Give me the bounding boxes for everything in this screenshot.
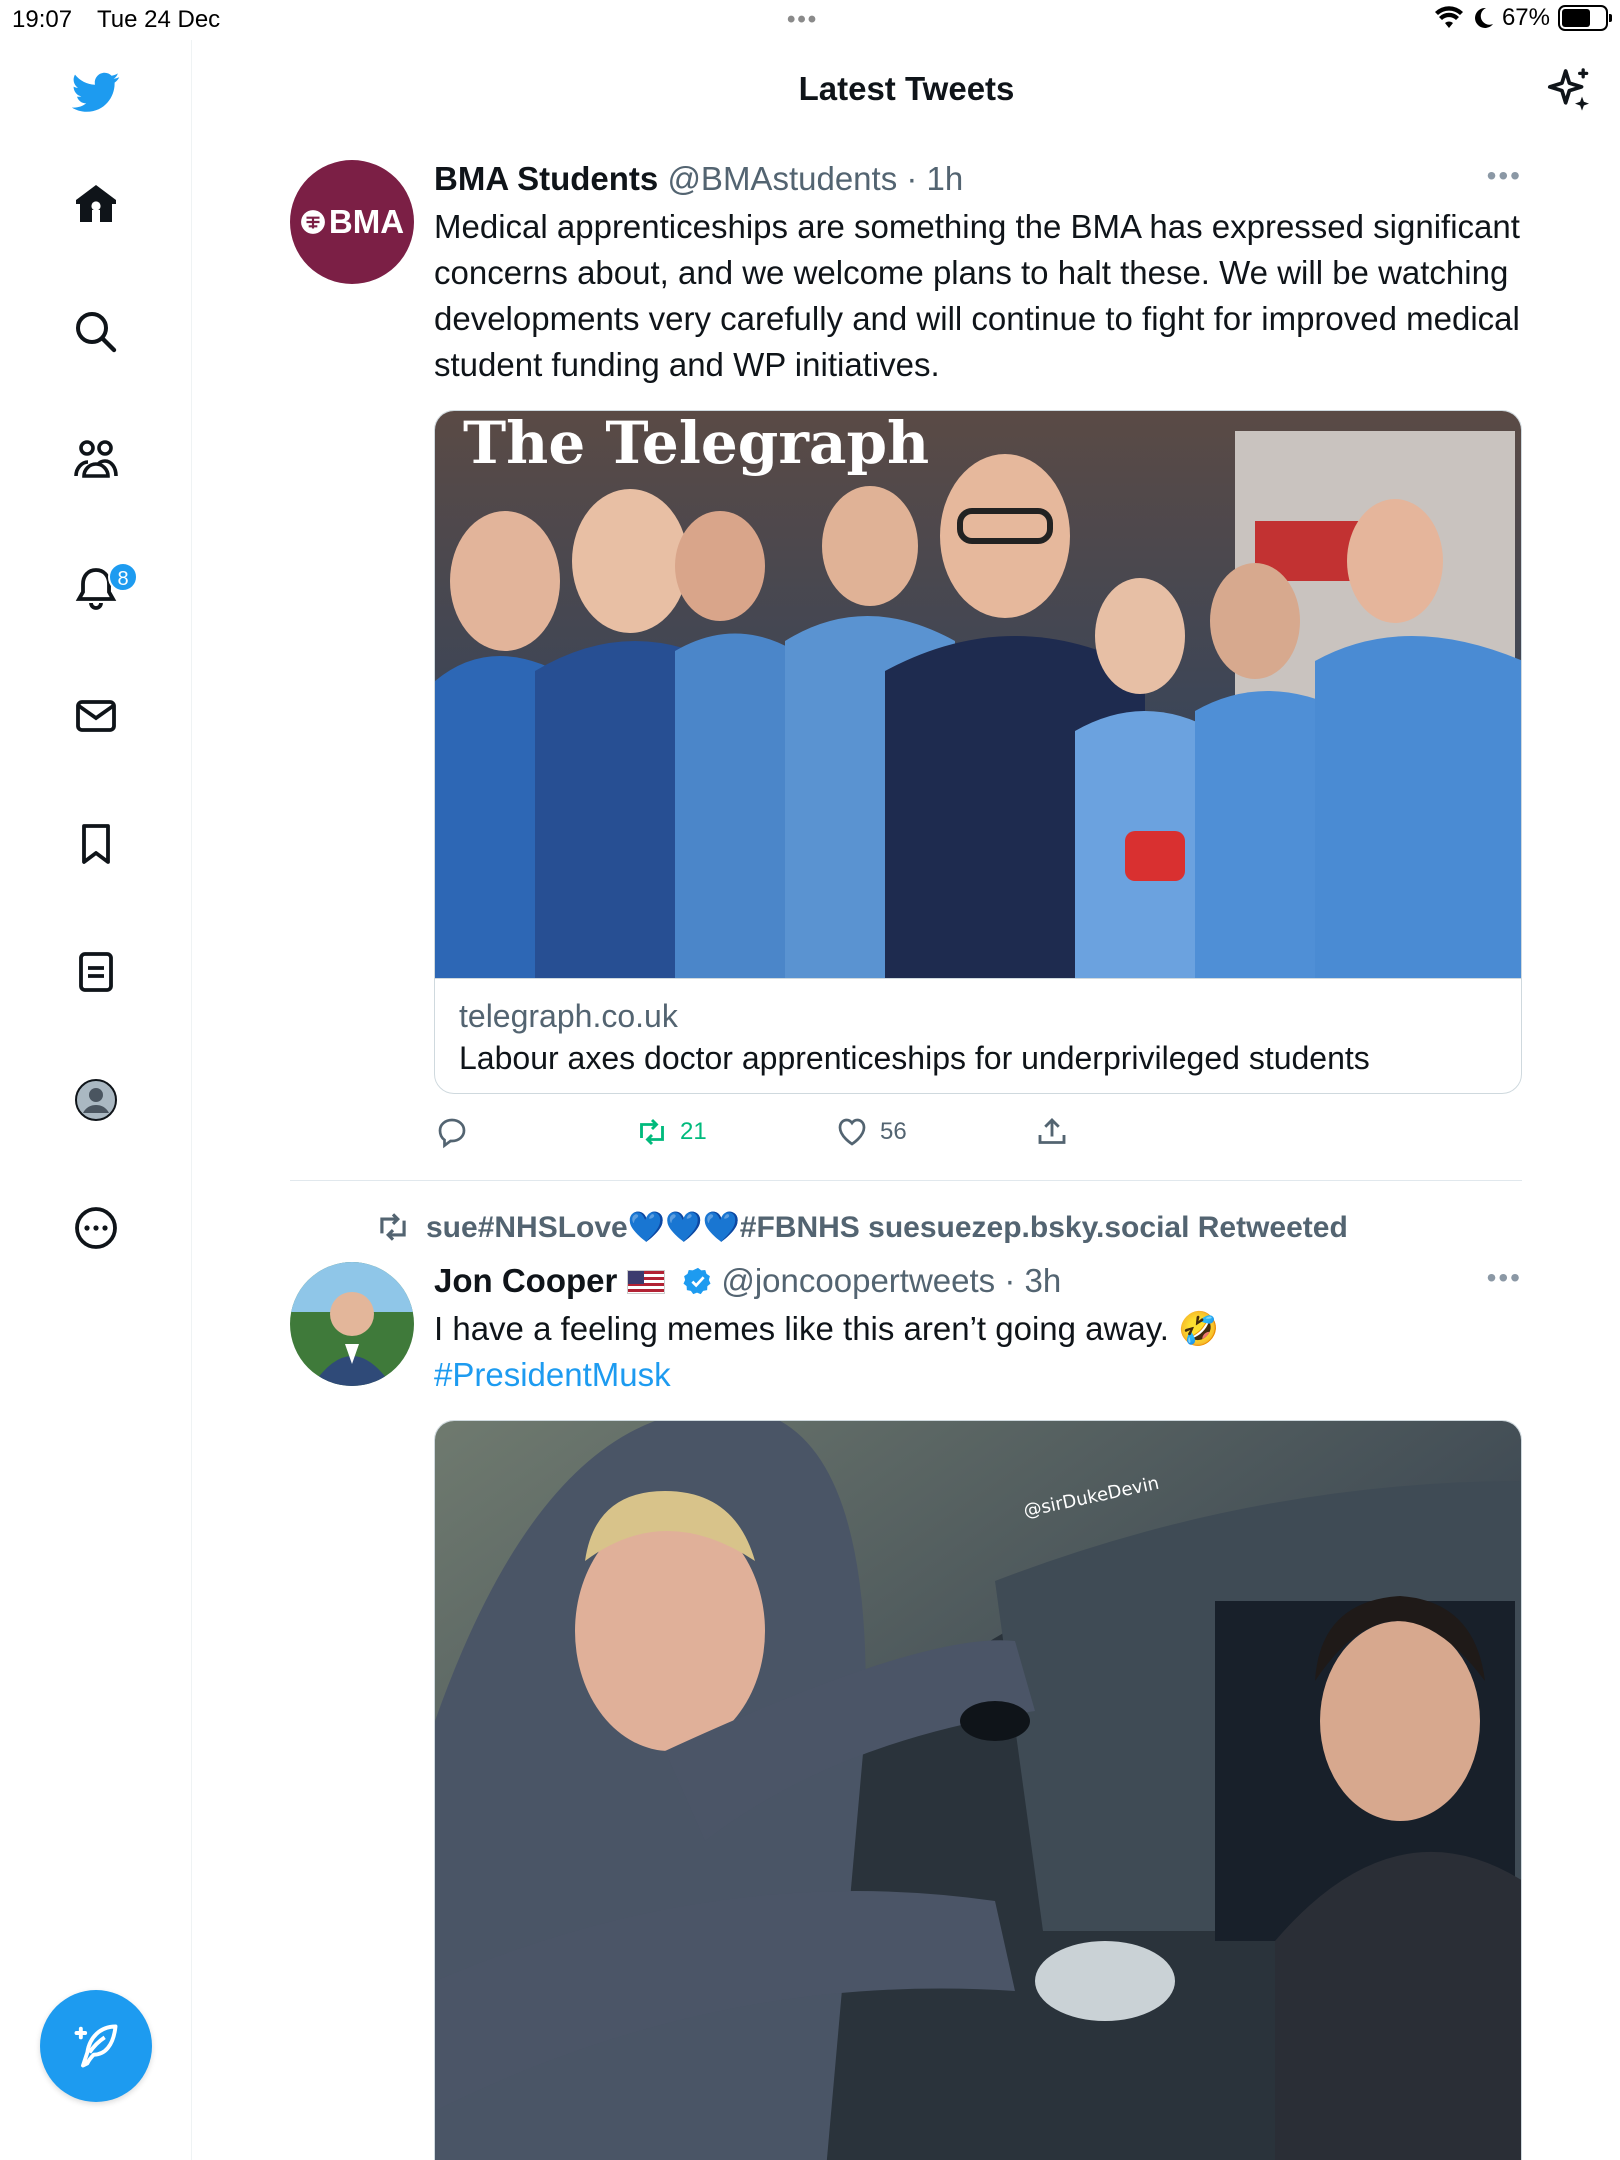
search-icon[interactable] bbox=[64, 300, 128, 364]
card-meta: telegraph.co.uk Labour axes doctor appre… bbox=[435, 978, 1521, 1093]
tweet-media[interactable]: @sirDukeDevin bbox=[434, 1420, 1522, 2160]
tweet-text-body: I have a feeling memes like this aren’t … bbox=[434, 1310, 1220, 1347]
tweet-actions: 21 56 bbox=[434, 1110, 1522, 1154]
us-flag-icon bbox=[627, 1270, 666, 1294]
card-photo: The Telegraph bbox=[435, 411, 1521, 978]
author-handle[interactable]: @BMAstudents bbox=[667, 160, 897, 197]
hashtag-link[interactable]: #PresidentMusk bbox=[434, 1356, 671, 1393]
reply-icon bbox=[438, 1118, 466, 1149]
status-time: 19:07 bbox=[12, 6, 73, 33]
like-count: 56 bbox=[880, 1118, 907, 1145]
tweet-divider bbox=[290, 1180, 1522, 1181]
author-handle[interactable]: @joncoopertweets bbox=[721, 1262, 995, 1299]
telegraph-masthead: The Telegraph bbox=[463, 411, 929, 477]
status-date: Tue 24 Dec bbox=[97, 6, 221, 33]
tweet[interactable]: BMA BMA Students @BMAstudents · 1h ••• M… bbox=[290, 160, 1522, 1170]
communities-icon[interactable] bbox=[64, 428, 128, 492]
notifications-icon[interactable]: 8 bbox=[64, 556, 138, 620]
tweet-header: BMA Students @BMAstudents · 1h bbox=[434, 160, 1522, 200]
verified-icon bbox=[683, 1267, 711, 1295]
tweet-time: · 1h bbox=[906, 160, 964, 197]
share-icon bbox=[1038, 1117, 1066, 1144]
profile-icon[interactable] bbox=[64, 1068, 128, 1132]
status-bar: 19:07 Tue 24 Dec ••• 67% bbox=[0, 0, 1620, 40]
sidebar: 8 bbox=[0, 40, 192, 2160]
twitter-bird-icon[interactable] bbox=[64, 60, 128, 124]
retweeted-by-text: sue#NHSLove💙💙💙#FBNHS suesuezep.bsky.soci… bbox=[426, 1210, 1348, 1244]
tweet-text: I have a feeling memes like this aren’t … bbox=[434, 1306, 1522, 1398]
tweet[interactable]: Jon Cooper @joncoopertweets · 3h ••• I ha… bbox=[290, 1262, 1522, 2160]
battery-icon bbox=[1558, 5, 1612, 31]
bookmark-icon[interactable] bbox=[64, 812, 128, 876]
retweet-context-icon bbox=[380, 1213, 406, 1241]
sparkle-icon[interactable] bbox=[1540, 64, 1596, 120]
status-right: 67% bbox=[1434, 4, 1612, 32]
share-button[interactable] bbox=[1034, 1114, 1070, 1150]
tweet-time: · 3h bbox=[1004, 1262, 1062, 1299]
wifi-icon bbox=[1434, 6, 1463, 28]
compose-button[interactable] bbox=[40, 1990, 152, 2102]
home-icon[interactable] bbox=[64, 172, 128, 236]
tweet-header: Jon Cooper @joncoopertweets · 3h bbox=[434, 1262, 1522, 1302]
multitasking-dots[interactable]: ••• bbox=[787, 6, 818, 34]
notifications-badge: 8 bbox=[108, 562, 138, 592]
timeline-header: Latest Tweets bbox=[193, 40, 1620, 140]
link-card[interactable]: The Telegraph telegraph.co.uk Labour axe… bbox=[434, 410, 1522, 1094]
tweet-text: Medical apprenticeships are something th… bbox=[434, 208, 1520, 383]
bma-logo-icon bbox=[301, 210, 325, 234]
more-options-icon[interactable]: ••• bbox=[1487, 1262, 1522, 1294]
retweet-icon bbox=[640, 1118, 664, 1146]
author-name[interactable]: BMA Students bbox=[434, 160, 658, 197]
lists-icon[interactable] bbox=[64, 940, 128, 1004]
avatar-photo bbox=[290, 1262, 414, 1386]
retweet-button[interactable]: 21 bbox=[634, 1114, 707, 1150]
avatar[interactable]: BMA bbox=[290, 160, 414, 284]
reply-button[interactable] bbox=[434, 1114, 470, 1150]
retweet-count: 21 bbox=[680, 1118, 707, 1145]
card-image: The Telegraph bbox=[435, 411, 1521, 978]
author-name[interactable]: Jon Cooper bbox=[434, 1262, 617, 1299]
meme-image: @sirDukeDevin bbox=[435, 1421, 1521, 2160]
more-options-icon[interactable]: ••• bbox=[1487, 160, 1522, 192]
more-icon[interactable] bbox=[64, 1196, 128, 1260]
avatar-text: BMA bbox=[328, 203, 405, 240]
page-title: Latest Tweets bbox=[798, 70, 1015, 107]
retweet-context[interactable]: sue#NHSLove💙💙💙#FBNHS suesuezep.bsky.soci… bbox=[374, 1208, 1348, 1246]
compose-icon bbox=[74, 2024, 118, 2068]
moon-icon bbox=[1474, 7, 1493, 28]
card-domain: telegraph.co.uk bbox=[459, 998, 678, 1034]
avatar[interactable] bbox=[290, 1262, 414, 1386]
heart-icon bbox=[838, 1118, 866, 1146]
battery-percent: 67% bbox=[1501, 4, 1550, 31]
card-headline: Labour axes doctor apprenticeships for u… bbox=[459, 1040, 1370, 1076]
like-button[interactable]: 56 bbox=[834, 1114, 907, 1150]
messages-icon[interactable] bbox=[64, 684, 128, 748]
